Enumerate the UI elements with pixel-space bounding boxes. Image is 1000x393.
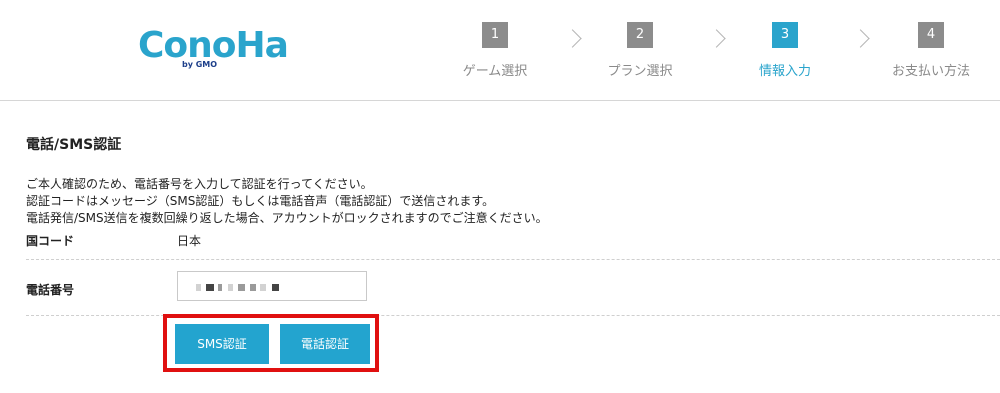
redacted-digit: [218, 284, 222, 291]
redacted-digit: [228, 284, 233, 291]
conoha-logo[interactable]: ConoHa by GMO: [138, 24, 289, 74]
step-1: 1 ゲーム選択: [440, 18, 550, 79]
step-2: 2 プラン選択: [585, 18, 695, 79]
chevron-right-icon: [563, 29, 582, 48]
step-number: 3: [772, 22, 798, 48]
description-line-3: 電話発信/SMS送信を複数回繰り返した場合、アカウントがロックされますのでご注意…: [26, 211, 548, 225]
progress-steps: 1 ゲーム選択 2 プラン選択 3 情報入力 4 お支払い方法: [440, 18, 1000, 88]
header: ConoHa by GMO 1 ゲーム選択 2 プラン選択 3 情報入力 4 お…: [0, 0, 1000, 101]
step-label: プラン選択: [607, 64, 673, 79]
step-4: 4 お支払い方法: [876, 18, 986, 79]
redacted-digit: [260, 284, 266, 291]
divider: [26, 259, 1000, 260]
redacted-digit: [272, 284, 279, 291]
phone-label: 電話番号: [26, 283, 75, 297]
logo-sub: by GMO: [182, 60, 218, 69]
description-line-2: 認証コードはメッセージ（SMS認証）もしくは電話音声（電話認証）で送信されます。: [26, 194, 495, 208]
phone-number-input[interactable]: [177, 271, 367, 301]
step-number: 2: [627, 22, 653, 48]
chevron-right-icon: [851, 29, 870, 48]
redacted-digit: [238, 284, 245, 291]
redacted-digit: [196, 284, 201, 291]
chevron-right-icon: [707, 29, 726, 48]
section-title: 電話/SMS認証: [26, 137, 122, 153]
redacted-digit: [206, 284, 214, 291]
step-label: お支払い方法: [891, 64, 970, 79]
step-number: 1: [482, 22, 508, 48]
sms-auth-button[interactable]: SMS認証: [175, 324, 269, 364]
country-value: 日本: [177, 234, 202, 248]
description-line-1: ご本人確認のため、電話番号を入力して認証を行ってください。: [26, 177, 373, 191]
step-3: 3 情報入力: [730, 18, 840, 79]
description: ご本人確認のため、電話番号を入力して認証を行ってください。 認証コードはメッセー…: [26, 176, 548, 227]
step-label: ゲーム選択: [462, 64, 528, 79]
step-label: 情報入力: [758, 64, 811, 79]
country-label: 国コード: [26, 234, 75, 248]
redacted-digit: [250, 284, 256, 291]
phone-auth-button[interactable]: 電話認証: [280, 324, 370, 364]
step-number: 4: [918, 22, 944, 48]
